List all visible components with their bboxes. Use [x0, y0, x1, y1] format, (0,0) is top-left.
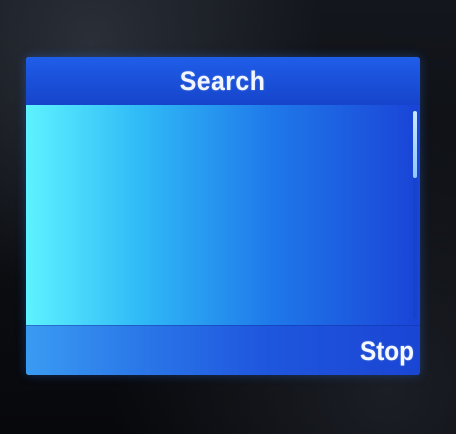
vertical-scrollbar[interactable] [413, 111, 417, 319]
scrollbar-thumb[interactable] [413, 111, 417, 178]
page-title: Search [180, 65, 266, 96]
search-results-area [26, 105, 420, 325]
device-screen: Search Stop [26, 57, 420, 375]
softkey-bar: Stop [26, 325, 420, 375]
stop-softkey[interactable]: Stop [360, 332, 414, 370]
title-bar: Search [26, 57, 420, 105]
